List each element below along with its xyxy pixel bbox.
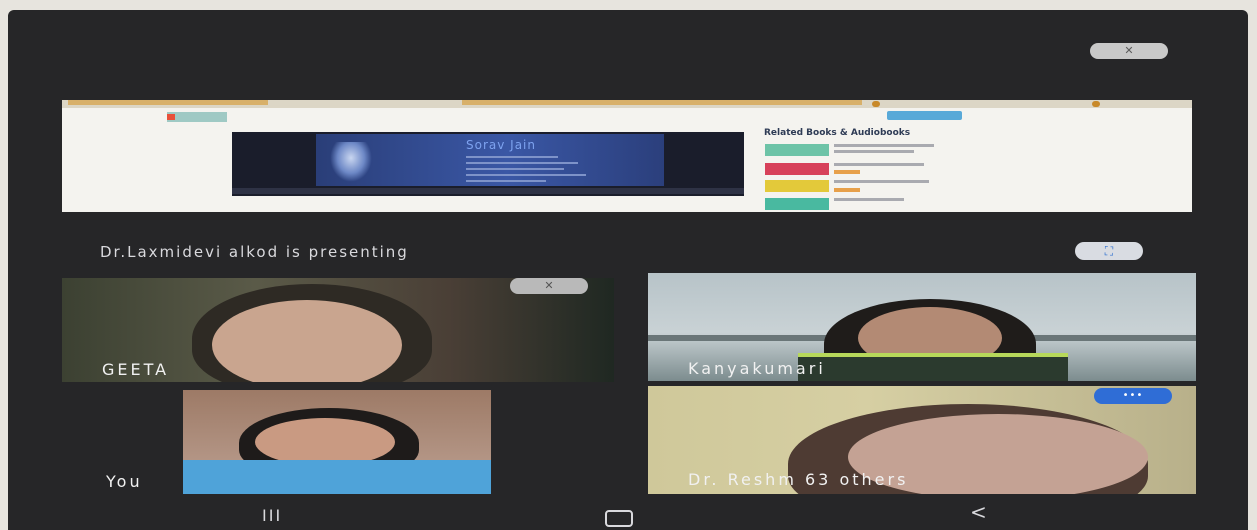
participant-name: Kanyakumari [688,359,826,378]
home-button[interactable] [605,510,633,527]
speaker-figure [330,142,372,182]
speaking-dots-icon: ••• [1122,390,1144,401]
signup-button [887,111,962,120]
fullscreen-button[interactable]: ⛶ [1075,242,1143,260]
site-logo [167,112,227,122]
related-heading: Related Books & Audiobooks [764,128,911,138]
fullscreen-icon: ⛶ [1104,244,1114,258]
video-title: Sorav Jain [466,138,536,152]
participant-tile-self[interactable] [183,390,491,494]
browser-toolbar [62,100,1192,108]
participant-face [212,300,402,382]
shared-screen[interactable]: Sorav Jain Related Books & Audiobooks [62,100,1192,212]
participant-tile[interactable]: Kanyakumari [648,273,1196,381]
mic-off-icon: ✕ [1124,44,1134,57]
video-controls [232,188,744,194]
participant-face [255,418,395,466]
mic-off-icon: ✕ [544,279,554,292]
recents-button[interactable]: III [262,506,282,525]
presenting-label: Dr.Laxmidevi alkod is presenting [100,243,409,261]
speaking-indicator: ••• [1094,388,1172,404]
book-thumb [765,198,829,210]
back-button[interactable]: < [970,500,987,524]
book-thumb [765,163,829,175]
video-player: Sorav Jain [232,132,744,196]
book-thumb [765,180,829,192]
participant-name: GEETA [102,360,170,379]
participant-name: You [106,472,143,491]
participant-name: Dr. Reshm 63 others [688,470,909,489]
participant-clothing [798,353,1068,381]
mute-indicator: ✕ [510,278,588,294]
book-thumb [765,144,829,156]
top-mic-toggle[interactable]: ✕ [1090,43,1168,59]
participant-clothing [183,460,491,494]
